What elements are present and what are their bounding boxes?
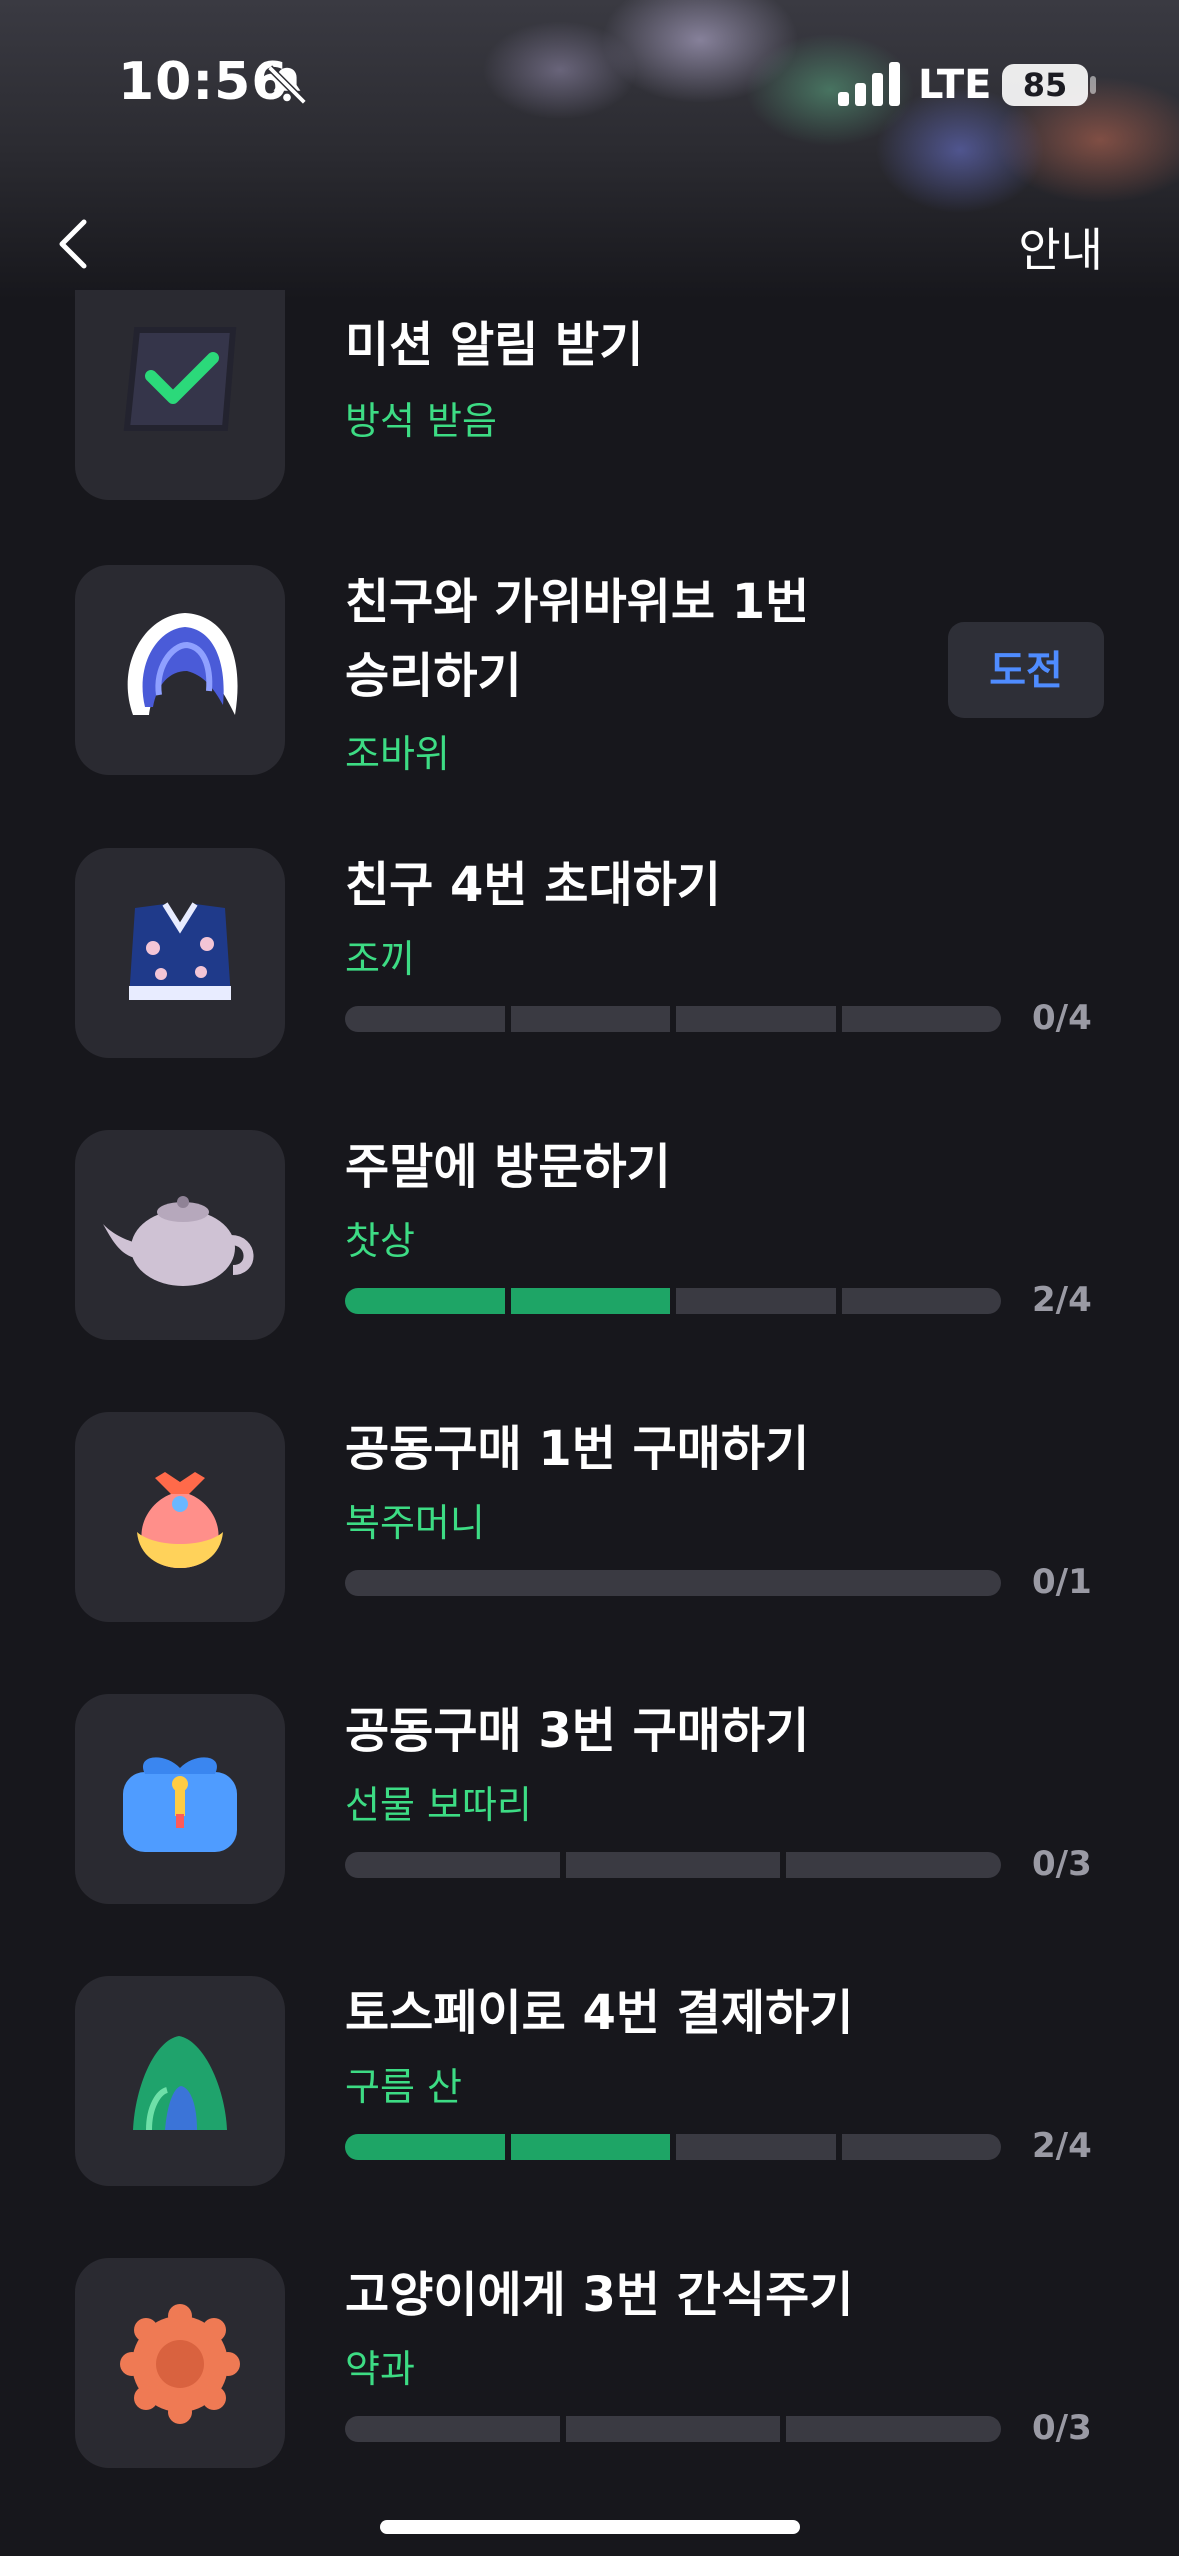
mission-title: 친구 4번 초대하기 [345,857,721,913]
mission-title-line2: 승리하기 [345,648,522,704]
mission-item[interactable]: 고양이에게 3번 간식주기 약과 0/3 [0,2258,1179,2468]
mission-item[interactable]: 미션 알림 받기 방석 받음 [0,290,1179,500]
progress-segment [345,2134,505,2160]
mission-progress-bar [345,1852,1002,1878]
back-chevron-icon[interactable] [48,212,104,276]
jobawi-hat-icon [127,613,238,715]
gift-bundle-icon [123,1757,237,1852]
mission-progress-count: 0/4 [1032,998,1092,1038]
yakgwa-cookie-icon [120,2304,240,2424]
mission-thumbnail [75,1412,285,1622]
progress-segment [841,1288,1001,1314]
top-navigation: 안내 [0,200,1179,280]
progress-segment [565,2416,781,2442]
mission-reward: 약과 [345,2347,415,2391]
progress-segment [565,1852,781,1878]
mission-title: 미션 알림 받기 [345,317,644,373]
battery-icon: 85 [1002,64,1088,106]
mission-progress-count: 2/4 [1032,1280,1092,1320]
mission-reward: 선물 보따리 [345,1783,532,1827]
progress-segment [841,2134,1001,2160]
mission-progress-count: 2/4 [1032,2126,1092,2166]
mission-progress-bar [345,1006,1001,1032]
vest-icon [129,902,231,1000]
mission-item[interactable]: 주말에 방문하기 찻상 2/4 [0,1130,1179,1340]
mission-progress-bar [345,1288,1001,1314]
teapot-icon [103,1196,254,1286]
cloud-mountain-icon [133,2036,227,2131]
mission-thumbnail [75,565,285,775]
progress-segment [345,1288,505,1314]
mission-progress-bar [345,1570,1001,1596]
mission-reward: 복주머니 [345,1501,485,1545]
mission-thumbnail [75,1976,285,2186]
mission-thumbnail [75,1694,285,1904]
mission-thumbnail [75,2258,285,2468]
progress-segment [676,1006,836,1032]
mission-progress-count: 0/3 [1032,2408,1092,2448]
mission-progress-count: 0/1 [1032,1562,1092,1602]
progress-segment [510,2134,670,2160]
mission-title: 주말에 방문하기 [345,1139,671,1195]
mission-title: 토스페이로 4번 결제하기 [345,1985,854,2041]
progress-segment [786,1852,1002,1878]
mission-item[interactable]: 공동구매 3번 구매하기 선물 보따리 0/3 [0,1694,1179,1904]
mission-progress-bar [345,2416,1002,2442]
mission-item[interactable]: 친구와 가위바위보 1번 승리하기 조바위 도전 [0,565,1179,776]
challenge-button[interactable]: 도전 [948,622,1104,718]
progress-segment [345,1570,1001,1596]
lucky-pouch-icon [137,1472,223,1568]
status-bar: 10:56 LTE 85 [0,0,1179,170]
mission-item[interactable]: 친구 4번 초대하기 조끼 0/4 [0,848,1179,1058]
mission-reward: 방석 받음 [345,399,497,443]
progress-segment [345,1852,560,1878]
progress-segment [676,1288,836,1314]
mission-title: 고양이에게 3번 간식주기 [345,2267,854,2323]
progress-segment [786,2416,1002,2442]
mission-title-line1: 친구와 가위바위보 1번 [345,574,810,630]
mission-thumbnail [75,848,285,1058]
progress-segment [510,1006,670,1032]
mission-title: 공동구매 1번 구매하기 [345,1421,810,1477]
battery-tip [1090,76,1096,94]
mission-thumbnail [75,1130,285,1340]
progress-segment [345,2416,560,2442]
mission-progress-count: 0/3 [1032,1844,1092,1884]
progress-segment [676,2134,836,2160]
mission-progress-bar [345,2134,1001,2160]
mission-reward: 조끼 [345,937,415,981]
status-time: 10:56 [118,52,289,112]
progress-segment [345,1006,505,1032]
silent-bell-icon [267,65,307,105]
mission-reward: 찻상 [345,1219,415,1263]
mission-title: 공동구매 3번 구매하기 [345,1703,810,1759]
progress-segment [841,1006,1001,1032]
home-indicator [380,2520,800,2534]
mission-reward: 구름 산 [345,2065,462,2109]
checkbox-cushion-icon [123,327,237,431]
mission-item[interactable]: 토스페이로 4번 결제하기 구름 산 2/4 [0,1976,1179,2186]
cell-signal-icon [838,62,900,106]
network-type: LTE [918,62,992,108]
mission-thumbnail [75,290,285,500]
mission-reward: 조바위 [345,732,450,776]
guide-button[interactable]: 안내 [1018,214,1103,280]
mission-item[interactable]: 공동구매 1번 구매하기 복주머니 0/1 [0,1412,1179,1622]
progress-segment [510,1288,670,1314]
